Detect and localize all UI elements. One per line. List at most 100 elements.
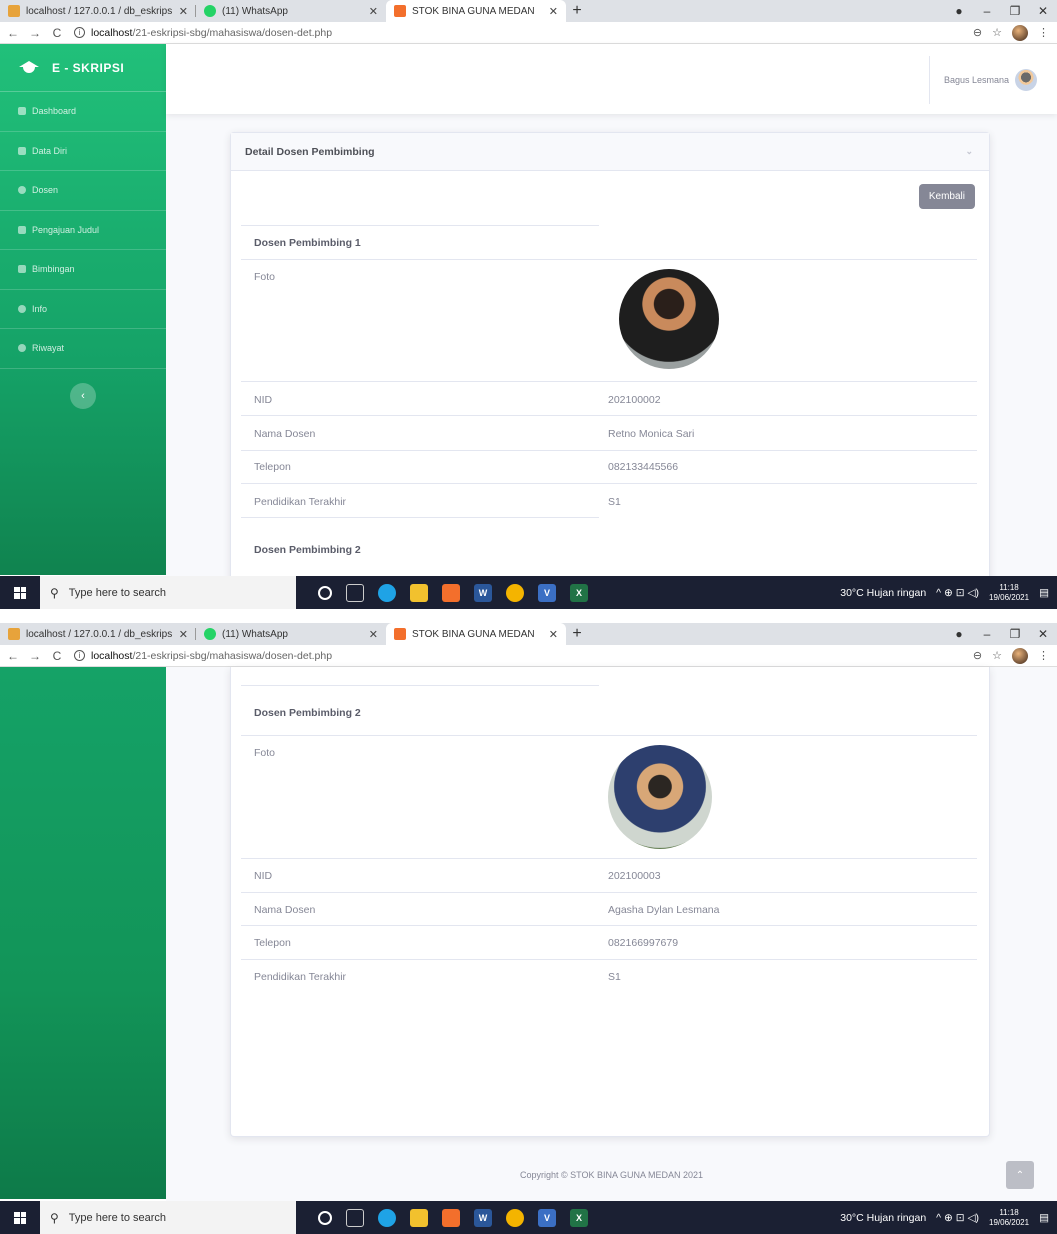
profile-avatar[interactable] [1012, 24, 1028, 41]
tray-icons[interactable]: ^ ⊕ ⊡ ◁) [936, 1212, 979, 1224]
tab-whatsapp[interactable]: (11) WhatsApp ✕ [196, 0, 386, 22]
tab-label: localhost / 127.0.0.1 / db_eskrips [26, 5, 173, 17]
sidebar-item-riwayat[interactable]: Riwayat [0, 329, 166, 369]
info-icon[interactable]: i [74, 650, 85, 661]
xampp-icon[interactable] [442, 1208, 460, 1227]
back-button[interactable]: ← [4, 649, 22, 663]
close-tab-icon[interactable]: ✕ [179, 628, 188, 641]
new-tab-button[interactable]: + [566, 0, 588, 22]
chrome-icon[interactable] [506, 1208, 524, 1227]
back-button[interactable]: ← [4, 26, 22, 40]
chrome-icon[interactable] [506, 583, 524, 602]
profile-avatar[interactable] [1012, 647, 1028, 664]
zoom-icon[interactable]: ⊖ [973, 649, 982, 662]
back-button[interactable]: Kembali [918, 184, 975, 209]
system-tray: 30°C Hujan ringan ^ ⊕ ⊡ ◁) 11:18 19/06/2… [840, 1208, 1049, 1228]
zoom-icon[interactable]: ⊖ [973, 26, 982, 39]
cortana-icon[interactable] [318, 1210, 332, 1225]
close-window-button[interactable]: ✕ [1029, 4, 1057, 18]
reload-button[interactable]: C [48, 26, 66, 40]
browser-tab-bar: localhost / 127.0.0.1 / db_eskrips ✕ (11… [0, 623, 1057, 645]
visio-icon[interactable]: V [538, 583, 556, 602]
id-card-icon [18, 146, 26, 155]
close-tab-icon[interactable]: ✕ [549, 5, 558, 18]
minimize-button[interactable]: – [973, 4, 1001, 18]
task-view-icon[interactable] [346, 583, 364, 602]
tab-phpmyadmin[interactable]: localhost / 127.0.0.1 / db_eskrips ✕ [0, 623, 196, 645]
close-tab-icon[interactable]: ✕ [549, 628, 558, 641]
tab-whatsapp[interactable]: (11) WhatsApp ✕ [196, 623, 386, 645]
start-button[interactable] [0, 1201, 40, 1234]
edge-icon[interactable] [378, 1208, 396, 1227]
cortana-icon[interactable] [318, 585, 332, 600]
sidebar-item-info[interactable]: Info [0, 290, 166, 329]
tab-label: (11) WhatsApp [222, 628, 288, 640]
info-icon[interactable]: i [74, 27, 85, 38]
chevron-down-icon[interactable]: ⌄ [965, 146, 973, 157]
sidebar-item-dashboard[interactable]: Dashboard [0, 92, 166, 132]
tab-stok-bina-guna[interactable]: STOK BINA GUNA MEDAN ✕ [386, 0, 566, 22]
tray-icons[interactable]: ^ ⊕ ⊡ ◁) [936, 587, 979, 599]
excel-icon[interactable]: X [570, 583, 588, 602]
section-title: Dosen Pembimbing 2 [254, 707, 361, 719]
notification-icon[interactable]: ▤ [1039, 1212, 1049, 1224]
taskbar-search[interactable]: ⚲ Type here to search [40, 1201, 296, 1234]
tab-stok-bina-guna[interactable]: STOK BINA GUNA MEDAN ✕ [386, 623, 566, 645]
browser-menu-icon[interactable]: ⋮ [1038, 26, 1049, 39]
user-menu[interactable]: Bagus Lesmana [928, 56, 1037, 104]
scroll-to-top-button[interactable]: ⌃ [1006, 1161, 1034, 1189]
file-explorer-icon[interactable] [410, 583, 428, 602]
close-tab-icon[interactable]: ✕ [179, 5, 188, 18]
sidebar-item-data-diri[interactable]: Data Diri [0, 132, 166, 171]
start-button[interactable] [0, 576, 40, 609]
record-icon[interactable]: ● [945, 4, 973, 18]
sidebar-item-pengajuan-judul[interactable]: Pengajuan Judul [0, 211, 166, 250]
close-tab-icon[interactable]: ✕ [369, 5, 378, 18]
weather-widget[interactable]: 30°C Hujan ringan [840, 587, 926, 599]
notification-icon[interactable]: ▤ [1039, 587, 1049, 599]
bookmark-star-icon[interactable]: ☆ [992, 649, 1002, 662]
history-icon [18, 344, 26, 353]
xampp-icon[interactable] [442, 583, 460, 602]
url-field[interactable]: i localhost /21-eskripsi-sbg/mahasiswa/d… [74, 27, 332, 39]
record-icon[interactable]: ● [945, 627, 973, 641]
reload-button[interactable]: C [48, 649, 66, 663]
close-window-button[interactable]: ✕ [1029, 627, 1057, 641]
new-tab-button[interactable]: + [566, 623, 588, 645]
weather-widget[interactable]: 30°C Hujan ringan [840, 1212, 926, 1224]
screenshot-bottom: localhost / 127.0.0.1 / db_eskrips ✕ (11… [0, 623, 1057, 1234]
sidebar-toggle-button[interactable]: ‹ [70, 382, 96, 409]
minimize-button[interactable]: – [973, 627, 1001, 641]
forward-button[interactable]: → [26, 649, 44, 663]
excel-icon[interactable]: X [570, 1208, 588, 1227]
sidebar-brand[interactable]: E - SKRIPSI [0, 44, 166, 92]
label-nid: NID [254, 870, 273, 882]
clock[interactable]: 11:18 19/06/2021 [989, 1208, 1029, 1228]
tab-phpmyadmin[interactable]: localhost / 127.0.0.1 / db_eskrips ✕ [0, 0, 196, 22]
sidebar: E - SKRIPSI Dashboard Data Diri Dosen Pe… [0, 44, 166, 575]
word-icon[interactable]: W [474, 1208, 492, 1227]
close-tab-icon[interactable]: ✕ [369, 628, 378, 641]
file-icon [18, 225, 26, 234]
whatsapp-icon [204, 628, 216, 640]
taskbar-search[interactable]: ⚲ Type here to search [40, 576, 296, 609]
forward-button[interactable]: → [26, 26, 44, 40]
label-foto: Foto [254, 271, 276, 283]
bookmark-star-icon[interactable]: ☆ [992, 26, 1002, 39]
maximize-button[interactable]: ❐ [1001, 4, 1029, 18]
sidebar-item-bimbingan[interactable]: Bimbingan [0, 250, 166, 290]
task-view-icon[interactable] [346, 1208, 364, 1227]
file-explorer-icon[interactable] [410, 1208, 428, 1227]
footer-copyright: Copyright © STOK BINA GUNA MEDAN 2021 [519, 1170, 704, 1180]
windows-logo-icon [14, 1211, 26, 1224]
word-icon[interactable]: W [474, 583, 492, 602]
visio-icon[interactable]: V [538, 1208, 556, 1227]
sidebar-item-dosen[interactable]: Dosen [0, 171, 166, 211]
clock[interactable]: 11:18 19/06/2021 [989, 583, 1029, 603]
browser-menu-icon[interactable]: ⋮ [1038, 649, 1049, 662]
edge-icon[interactable] [378, 583, 396, 602]
url-field[interactable]: i localhost /21-eskripsi-sbg/mahasiswa/d… [74, 650, 332, 662]
sidebar-item-label: Pengajuan Judul [32, 224, 100, 235]
label-nid: NID [254, 394, 273, 406]
maximize-button[interactable]: ❐ [1001, 627, 1029, 641]
